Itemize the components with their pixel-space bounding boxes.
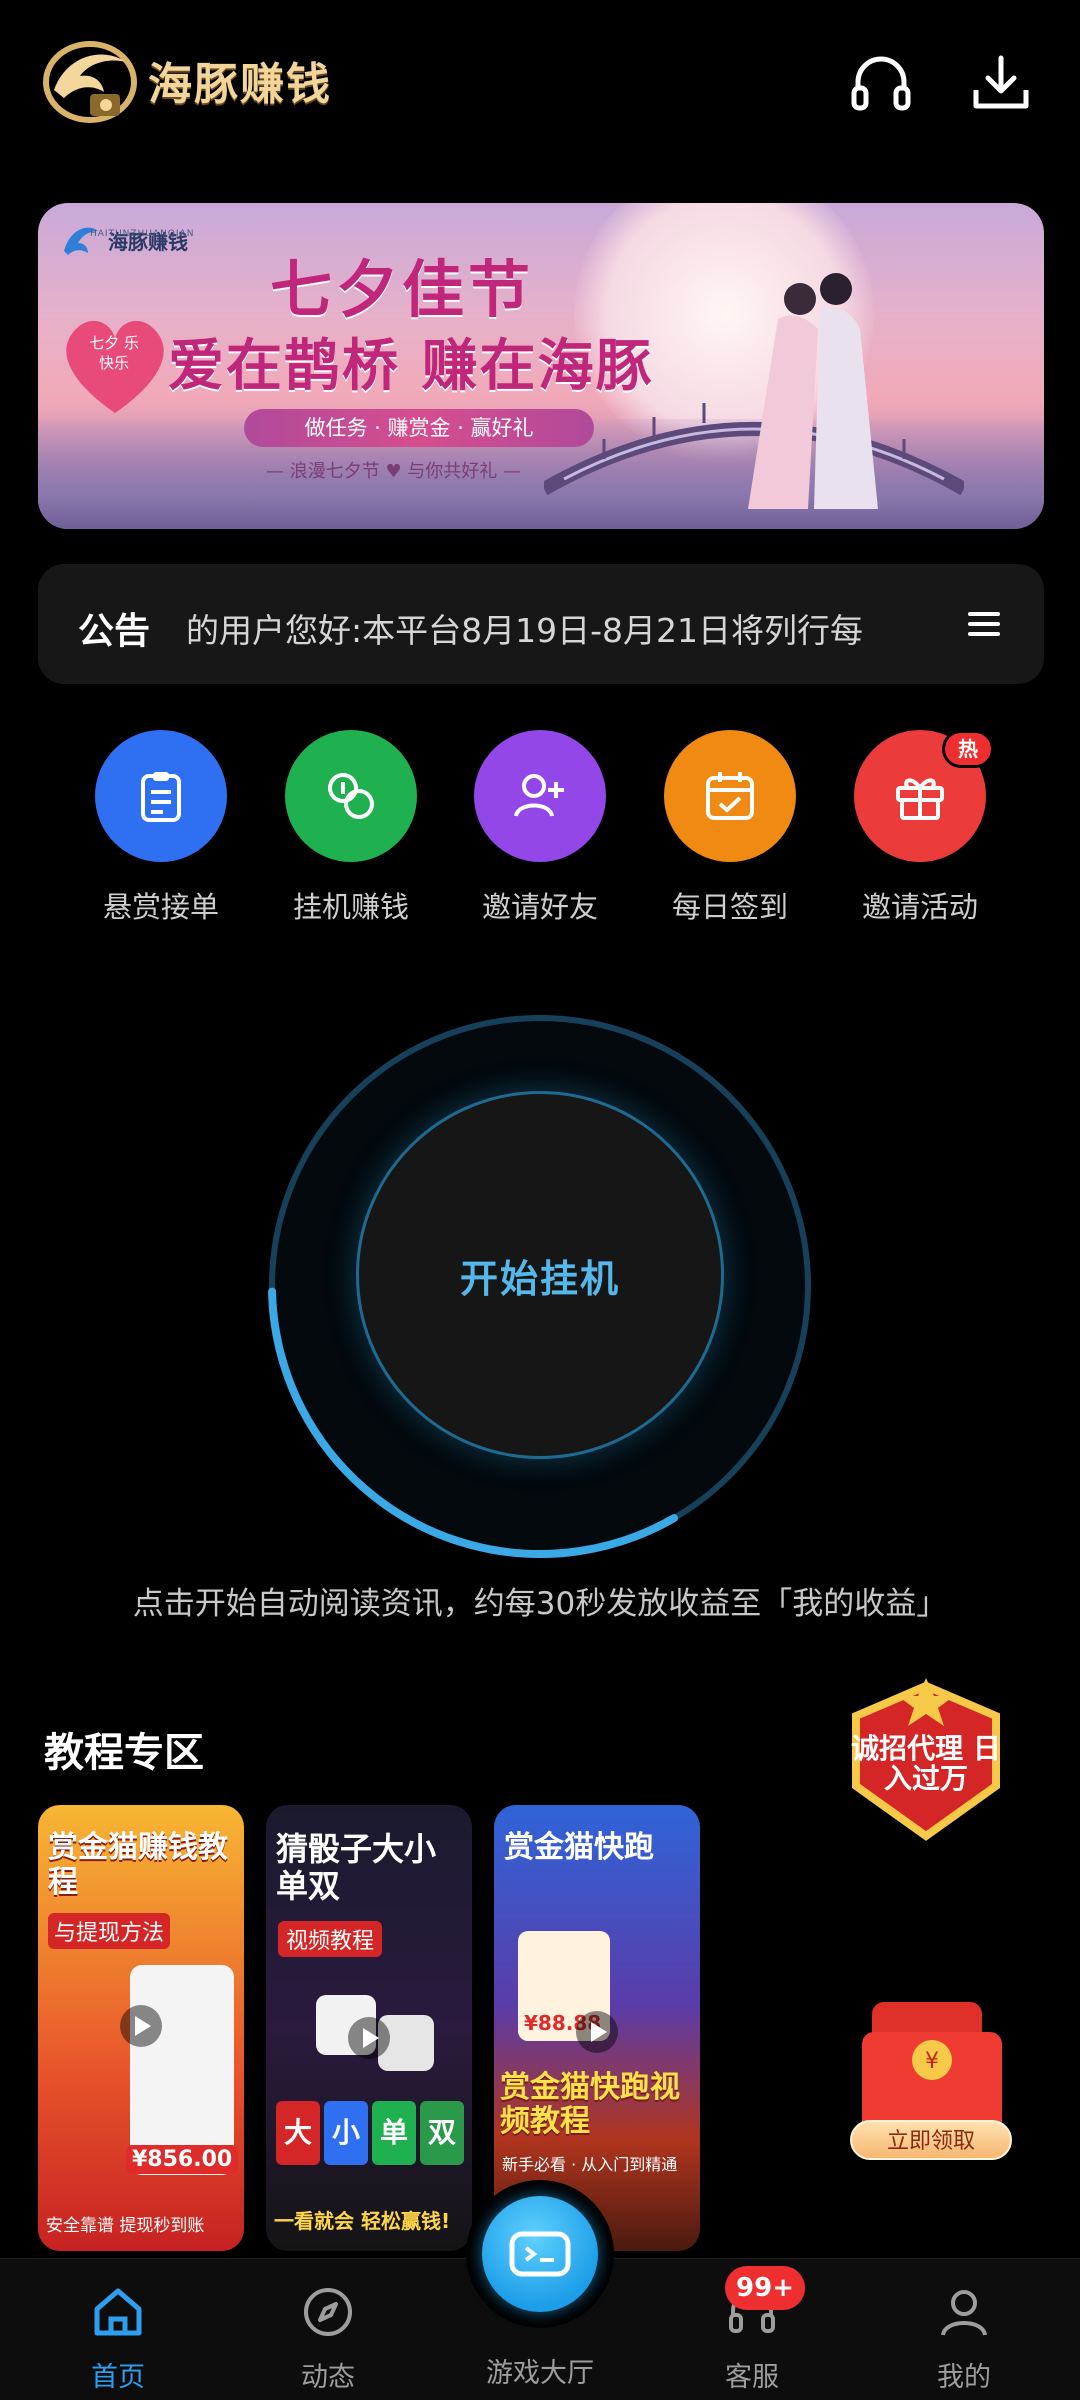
- gift-icon: [896, 778, 944, 820]
- start-hint: 点击开始自动阅读资讯，约每30秒发放收益至「我的收益」: [132, 1586, 948, 1622]
- hot-badge: 热: [942, 730, 994, 768]
- play-icon[interactable]: [120, 2005, 162, 2047]
- coins-icon: [328, 773, 374, 819]
- tutorial-card[interactable]: 猜骰子大小单双 视频教程 大 小 单 双 一看就会 轻松赢钱!: [266, 1805, 472, 2251]
- banner-title: 七夕佳节: [270, 253, 535, 326]
- tutorial-card-amount: ¥856.00: [126, 2145, 239, 2174]
- tutorial-card[interactable]: 赏金猫赚钱教程 与提现方法 ¥856.00 安全靠谱 提现秒到账: [38, 1805, 244, 2251]
- action-label: 邀请好友: [481, 890, 598, 924]
- claim-now-button[interactable]: 立即领取: [850, 2120, 1012, 2160]
- action-circle: [285, 730, 417, 862]
- game-controller-icon: [509, 2231, 571, 2277]
- clipboard-icon: [141, 772, 181, 822]
- profile-icon: [941, 2290, 987, 2336]
- home-icon: [94, 2288, 142, 2336]
- action-invite-friends[interactable]: 邀请好友: [455, 730, 625, 926]
- action-label: 邀请活动: [861, 890, 978, 924]
- start-idle-ring: 开始挂机: [250, 996, 830, 1576]
- nav-label: 动态: [301, 2362, 355, 2393]
- headset-icon[interactable]: [848, 50, 914, 116]
- action-bounty-orders[interactable]: 悬赏接单: [76, 730, 246, 926]
- game-hall-button[interactable]: [466, 2180, 614, 2328]
- dolphin-logo-icon: [43, 41, 137, 123]
- banner-subtitle: 爱在鹊桥 赚在海豚: [168, 333, 654, 399]
- tutorial-card-sub: 与提现方法: [48, 1913, 171, 1949]
- quick-actions: 悬赏接单 挂机赚钱 邀请好友 每日签到 热 邀请活动: [0, 730, 1080, 930]
- action-label: 悬赏接单: [102, 890, 219, 924]
- nav-label: 客服: [725, 2362, 779, 2393]
- notice-bar[interactable]: 公告 的用户您好:本平台8月19日-8月21日将列行每: [38, 564, 1044, 684]
- bet-tag: 小: [324, 2101, 368, 2165]
- notice-label: 公告: [78, 611, 151, 652]
- play-icon[interactable]: [348, 2017, 390, 2059]
- banner-brand: 海豚赚钱: [60, 221, 188, 259]
- tutorial-card-headline: 猜骰子大小单双: [276, 1830, 437, 1905]
- nav-label: 我的: [937, 2362, 991, 2393]
- notice-marquee: 的用户您好:本平台8月19日-8月21日将列行每: [186, 611, 863, 650]
- bet-tag: 单: [372, 2101, 416, 2165]
- tutorial-card-footer: 一看就会 轻松赢钱!: [274, 2209, 451, 2233]
- add-user-icon: [514, 774, 564, 817]
- agent-recruit-badge[interactable]: 诚招代理 日入过万: [826, 1676, 1026, 1846]
- tutorial-card-headline: 赏金猫快跑: [504, 1830, 654, 1865]
- game-hall-button-core: [482, 2196, 598, 2312]
- app-logo: 海豚赚钱: [40, 36, 332, 124]
- promo-banner[interactable]: 七夕 乐 快乐 海豚赚钱 HAITUNZHUANQIAN 七夕佳节 爱在鹊桥 赚…: [38, 203, 1044, 529]
- action-label: 每日签到: [671, 890, 788, 924]
- action-circle: [474, 730, 606, 862]
- tutorial-section-title: 教程专区: [44, 1730, 204, 1776]
- start-idle-button[interactable]: 开始挂机: [356, 1091, 724, 1459]
- nav-home[interactable]: 首页: [38, 2283, 198, 2394]
- app-name: 海豚赚钱: [148, 59, 332, 110]
- nav-label: 首页: [91, 2362, 145, 2393]
- bet-tag: 双: [420, 2101, 464, 2165]
- phone-mock: [130, 1965, 234, 2175]
- bet-tag: 大: [276, 2101, 320, 2165]
- action-idle-earn[interactable]: 挂机赚钱: [266, 730, 436, 926]
- tutorial-card-footer: 新手必看 · 从入门到精通: [502, 2155, 678, 2174]
- calendar-check-icon: [706, 772, 754, 820]
- action-daily-checkin[interactable]: 每日签到: [645, 730, 815, 926]
- play-icon[interactable]: [576, 2011, 618, 2053]
- download-icon[interactable]: [968, 50, 1034, 116]
- banner-brand-sub: HAITUNZHUANQIAN: [90, 229, 195, 239]
- action-circle: [664, 730, 796, 862]
- app-header: 海豚赚钱: [0, 0, 1080, 170]
- couple-illustration: [748, 273, 878, 509]
- action-invite-event[interactable]: 热 邀请活动: [835, 730, 1005, 926]
- action-label: 挂机赚钱: [292, 890, 409, 924]
- nav-profile[interactable]: 我的: [884, 2283, 1044, 2394]
- tutorial-card-sub: 赏金猫快跑视频教程: [500, 2070, 680, 2139]
- nav-label: 游戏大厅: [486, 2358, 594, 2389]
- svg-text:¥: ¥: [925, 2049, 939, 2074]
- banner-ribbon: 做任务 · 赚赏金 · 赢好礼: [244, 409, 594, 447]
- nav-feed[interactable]: 动态: [248, 2283, 408, 2394]
- compass-icon: [304, 2288, 352, 2336]
- bet-tags: 大 小 单 双: [276, 2101, 464, 2165]
- action-circle: 热: [854, 730, 994, 862]
- dolphin-icon: [64, 227, 98, 255]
- notification-badge: 99+: [725, 2266, 805, 2310]
- tutorial-card-sub: 视频教程: [278, 1921, 383, 1957]
- heart-text: 七夕 乐 快乐: [89, 334, 139, 372]
- banner-tagline: — 浪漫七夕节 ♥ 与你共好礼 —: [266, 461, 522, 482]
- agent-recruit-text: 诚招代理 日入过万: [851, 1732, 1001, 1795]
- action-circle: [95, 730, 227, 862]
- start-idle-label: 开始挂机: [459, 1256, 620, 1301]
- menu-icon[interactable]: [964, 608, 1004, 640]
- tutorial-card-footer: 安全靠谱 提现秒到账: [46, 2216, 205, 2236]
- tutorial-card-headline: 赏金猫赚钱教程: [48, 1830, 228, 1900]
